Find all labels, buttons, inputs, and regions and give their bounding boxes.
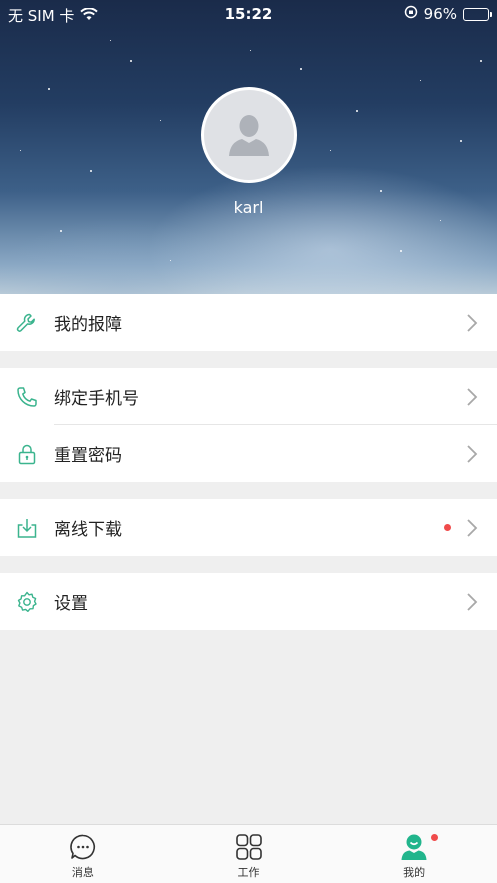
star [110, 40, 111, 41]
menu-item-bind-phone[interactable]: 绑定手机号 [0, 368, 497, 425]
menu-label-reset-password: 重置密码 [54, 446, 122, 466]
star [170, 260, 171, 261]
username: karl [233, 198, 264, 217]
notification-dot [444, 524, 451, 531]
menu-group-settings: 设置 [0, 573, 497, 630]
person-icon [229, 115, 269, 156]
grid-icon [235, 834, 262, 860]
status-right: 96% [404, 5, 492, 23]
menu-item-offline-download[interactable]: 离线下载 [0, 499, 497, 556]
menu-group-account: 绑定手机号 重置密码 [0, 368, 497, 482]
star [250, 50, 251, 51]
star [380, 190, 382, 192]
chat-bubble-icon [70, 834, 95, 860]
chevron-right-icon [467, 313, 478, 332]
chevron-right-icon [467, 444, 478, 463]
star [420, 80, 421, 81]
menu-label-offline-download: 离线下载 [54, 520, 122, 540]
gear-icon [14, 589, 40, 615]
star [400, 250, 402, 252]
menu-item-settings[interactable]: 设置 [0, 573, 497, 630]
tab-mine[interactable]: 我的 [331, 825, 497, 883]
star [60, 230, 62, 232]
star [300, 68, 302, 70]
chevron-right-icon [467, 387, 478, 406]
star [48, 88, 50, 90]
wrench-icon [14, 310, 40, 336]
menu-label-bind-phone: 绑定手机号 [54, 389, 139, 409]
star [90, 170, 92, 172]
tab-work[interactable]: 工作 [166, 825, 332, 883]
tab-label-work: 工作 [237, 866, 260, 879]
star [130, 60, 132, 62]
tab-messages[interactable]: 消息 [0, 825, 166, 883]
tab-label-mine: 我的 [403, 866, 426, 879]
status-bar: 无 SIM 卡 15:22 96% [0, 0, 497, 28]
notification-dot [431, 834, 439, 841]
rotation-lock-icon [404, 5, 418, 23]
lock-icon [14, 441, 40, 467]
star [460, 140, 462, 142]
menu-group-download: 离线下载 [0, 499, 497, 556]
menu-group-repair: 我的报障 [0, 294, 497, 351]
avatar[interactable] [201, 87, 297, 183]
star [20, 150, 21, 151]
tab-label-messages: 消息 [71, 866, 94, 879]
menu-item-repair[interactable]: 我的报障 [0, 294, 497, 351]
battery-icon [463, 7, 492, 21]
chevron-right-icon [467, 518, 478, 537]
menu-item-reset-password[interactable]: 重置密码 [0, 425, 497, 482]
user-active-icon [401, 834, 427, 860]
star [160, 120, 161, 121]
star [440, 220, 441, 221]
menu-label-settings: 设置 [54, 594, 88, 614]
star [356, 110, 358, 112]
star [330, 150, 331, 151]
star [480, 60, 482, 62]
chevron-right-icon [467, 592, 478, 611]
profile-header: 无 SIM 卡 15:22 96% karl [0, 0, 497, 294]
tab-bar: 消息 工作 我的 [0, 824, 497, 883]
battery-percent: 96% [423, 5, 457, 23]
phone-icon [14, 384, 40, 410]
menu-label-repair: 我的报障 [54, 315, 122, 335]
download-icon [14, 515, 40, 541]
